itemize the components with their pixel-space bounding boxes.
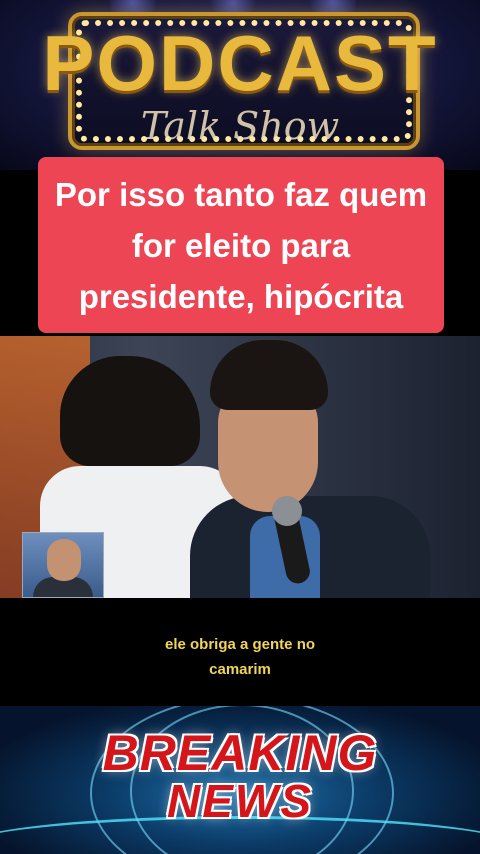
- picture-in-picture-thumbnail: [22, 532, 104, 598]
- news-text: NEWS: [167, 775, 313, 827]
- podcast-subtitle: Talk Show: [140, 104, 340, 148]
- microphone-head: [272, 496, 302, 526]
- person-listening: [190, 336, 430, 598]
- breaking-news-banner: BREAKING NEWS: [0, 706, 480, 854]
- caption-box: Por isso tanto faz quem for eleito para …: [38, 157, 444, 333]
- video-frame[interactable]: [0, 336, 480, 598]
- subtitle-line-2: camarim: [209, 661, 271, 678]
- subtitle-area: ele obriga a gente no camarim: [0, 598, 480, 706]
- pip-head: [47, 539, 81, 581]
- dark-hair: [60, 356, 200, 466]
- video-subtitle: ele obriga a gente no camarim: [0, 632, 480, 682]
- subtitle-line-1: ele obriga a gente no: [164, 636, 316, 653]
- podcast-title: PODCAST: [42, 19, 438, 107]
- podcast-banner: PODCAST Talk Show: [0, 0, 480, 170]
- dark-hair: [210, 340, 328, 410]
- caption-text: Por isso tanto faz quem for eleito para …: [54, 175, 428, 315]
